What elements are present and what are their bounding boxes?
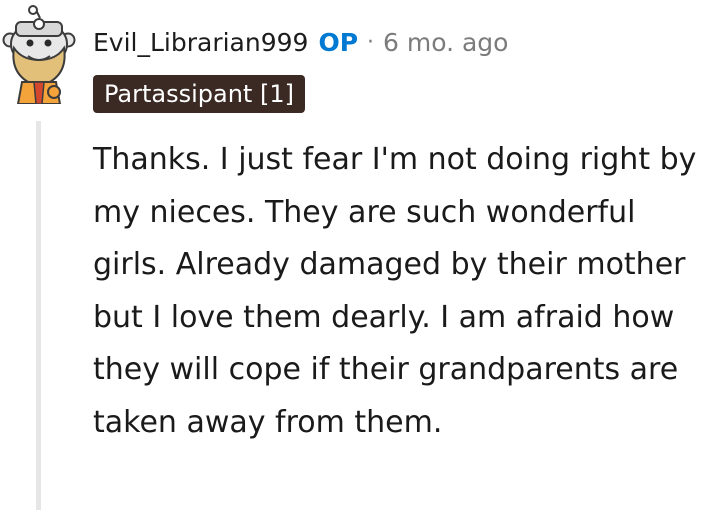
- user-flair: Partassipant [1]: [93, 75, 305, 113]
- snoo-wizard-avatar-icon: [2, 5, 76, 105]
- meta-separator: ·: [367, 29, 375, 55]
- comment-body: Thanks. I just fear I'm not doing right …: [93, 142, 697, 440]
- op-badge: OP: [318, 27, 359, 57]
- comment-header: Evil_Librarian999 OP · 6 mo. ago: [93, 24, 508, 60]
- author-username[interactable]: Evil_Librarian999: [93, 28, 308, 57]
- comment-timestamp[interactable]: 6 mo. ago: [383, 28, 508, 57]
- avatar[interactable]: [2, 4, 76, 105]
- thread-collapse-line[interactable]: [36, 121, 41, 510]
- comment: Evil_Librarian999 OP · 6 mo. ago Partass…: [0, 0, 719, 510]
